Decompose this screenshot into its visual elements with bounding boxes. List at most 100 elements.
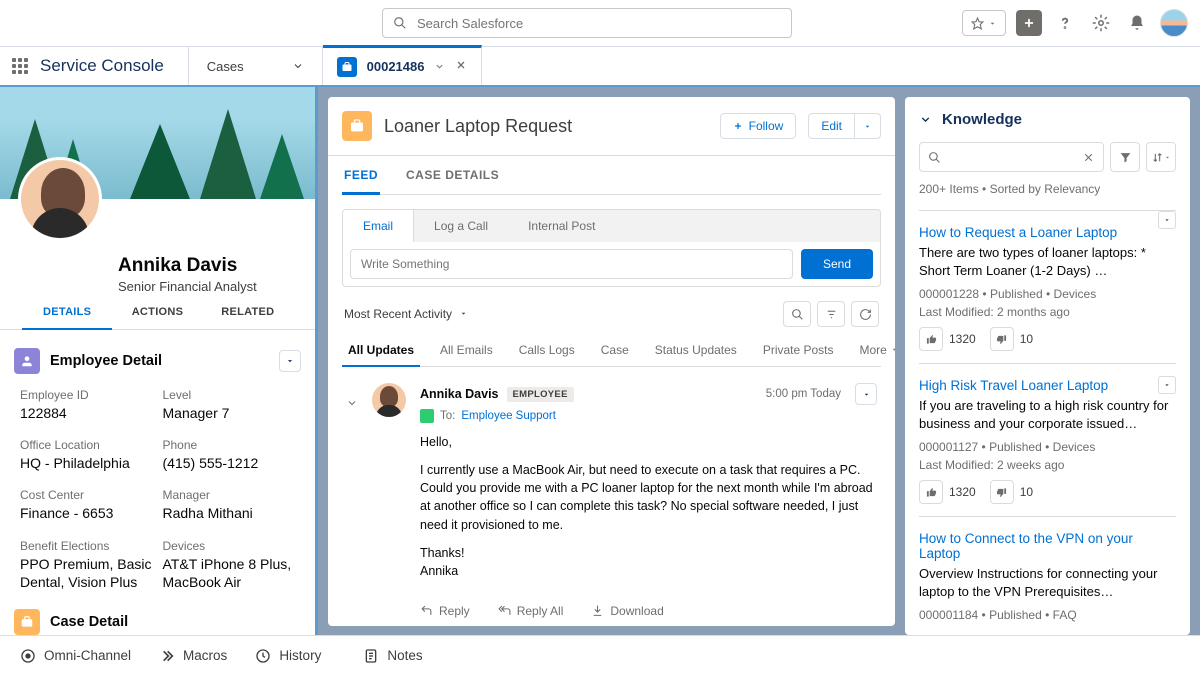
chevron-down-icon[interactable]	[919, 113, 932, 126]
field-value: (415) 555-1212	[163, 454, 296, 472]
utility-bar: Omni-Channel Macros History Notes	[0, 635, 1200, 675]
reply-all-icon	[498, 604, 511, 617]
post-recipient[interactable]: Employee Support	[461, 410, 556, 422]
activity-sort[interactable]: Most Recent Activity	[344, 307, 468, 321]
knowledge-search[interactable]	[919, 142, 1104, 172]
close-icon[interactable]	[1082, 151, 1095, 164]
employee-icon	[14, 348, 40, 374]
collapse-toggle[interactable]	[346, 383, 358, 618]
subtab-calls[interactable]: Calls Logs	[513, 335, 581, 366]
field-value: Radha Mithani	[163, 504, 296, 522]
case-title: Loaner Laptop Request	[384, 116, 708, 137]
post-menu[interactable]	[855, 383, 877, 405]
feed-filter[interactable]	[817, 301, 845, 327]
macros[interactable]: Macros	[159, 648, 227, 664]
article-snippet: There are two types of loaner laptops: *…	[919, 244, 1176, 279]
download-button[interactable]: Download	[591, 604, 663, 618]
tab-details[interactable]: DETAILS	[22, 294, 112, 330]
subtab-case[interactable]: Case	[595, 335, 635, 366]
field-value: 122884	[20, 404, 153, 422]
section-title: Case Detail	[50, 614, 301, 630]
chevron-down-icon	[346, 397, 358, 409]
article-title[interactable]: How to Connect to the VPN on your Laptop	[919, 531, 1176, 561]
knowledge-sort[interactable]	[1146, 142, 1176, 172]
help-button[interactable]	[1052, 10, 1078, 36]
article-title[interactable]: High Risk Travel Loaner Laptop	[919, 378, 1176, 393]
global-header	[0, 0, 1200, 47]
chevron-down-icon	[890, 345, 895, 354]
omni-channel[interactable]: Omni-Channel	[20, 648, 131, 664]
object-dropdown[interactable]: Cases	[188, 47, 323, 85]
article-menu[interactable]	[1158, 211, 1176, 229]
knowledge-article: How to Connect to the VPN on your Laptop…	[919, 516, 1176, 635]
section-menu[interactable]	[279, 350, 301, 372]
user-avatar[interactable]	[1160, 9, 1188, 37]
question-icon	[1056, 14, 1074, 32]
reply-icon	[420, 604, 433, 617]
close-tab[interactable]	[455, 59, 467, 74]
tab-related[interactable]: RELATED	[203, 294, 293, 329]
notifications-button[interactable]	[1124, 10, 1150, 36]
field-value: PPO Premium, Basic Dental, Vision Plus	[20, 555, 153, 591]
workspace-tab[interactable]: 00021486	[323, 45, 483, 85]
vote-down[interactable]: 10	[990, 480, 1033, 504]
subtab-all-emails[interactable]: All Emails	[434, 335, 499, 366]
tab-feed[interactable]: FEED	[342, 156, 380, 195]
field-label: Cost Center	[20, 488, 153, 502]
knowledge-article: How to Request a Loaner Laptop There are…	[919, 210, 1176, 363]
tab-actions[interactable]: ACTIONS	[112, 294, 202, 329]
subtab-all-updates[interactable]: All Updates	[342, 335, 420, 367]
star-icon	[971, 17, 984, 30]
knowledge-filter[interactable]	[1110, 142, 1140, 172]
feed-search[interactable]	[783, 301, 811, 327]
tab-case-details[interactable]: CASE DETAILS	[404, 156, 501, 194]
vote-down[interactable]: 10	[990, 327, 1033, 351]
field-label: Office Location	[20, 438, 153, 452]
compose-tab-call[interactable]: Log a Call	[414, 210, 508, 242]
profile-avatar[interactable]	[18, 157, 102, 241]
reply-all-button[interactable]: Reply All	[498, 604, 564, 618]
profile-tabs: DETAILS ACTIONS RELATED	[0, 294, 315, 330]
thumb-up-icon	[926, 334, 937, 345]
article-title[interactable]: How to Request a Loaner Laptop	[919, 225, 1176, 240]
vote-up[interactable]: 1320	[919, 480, 976, 504]
follow-button[interactable]: Follow	[720, 113, 797, 139]
field-label: Employee ID	[20, 388, 153, 402]
subtab-private[interactable]: Private Posts	[757, 335, 840, 366]
post-time: 5:00 pm Today	[766, 388, 841, 400]
post-author[interactable]: Annika Davis	[420, 387, 499, 401]
favorites-button[interactable]	[962, 10, 1006, 36]
reply-button[interactable]: Reply	[420, 604, 470, 618]
send-button[interactable]: Send	[801, 249, 873, 279]
feed-post: Annika Davis EMPLOYEE 5:00 pm Today To: …	[342, 367, 881, 626]
compose-tab-email[interactable]: Email	[343, 210, 414, 242]
app-nav: Service Console Cases 00021486	[0, 47, 1200, 87]
settings-button[interactable]	[1088, 10, 1114, 36]
chevron-down-icon[interactable]	[434, 61, 445, 72]
subtab-status[interactable]: Status Updates	[649, 335, 743, 366]
article-menu[interactable]	[1158, 376, 1176, 394]
object-dropdown-label: Cases	[207, 59, 244, 74]
employee-fields: Employee ID122884 LevelManager 7 Office …	[0, 388, 315, 591]
post-avatar[interactable]	[372, 383, 406, 417]
case-workspace: Loaner Laptop Request Follow Edit FEED C…	[328, 97, 895, 626]
thumb-up-icon	[926, 487, 937, 498]
search-input[interactable]	[417, 16, 781, 31]
compose-tab-internal[interactable]: Internal Post	[508, 210, 615, 242]
vote-up[interactable]: 1320	[919, 327, 976, 351]
edit-menu[interactable]	[855, 113, 881, 139]
compose-input[interactable]	[350, 249, 793, 279]
edit-button[interactable]: Edit	[808, 113, 855, 139]
notes[interactable]: Notes	[363, 648, 422, 664]
funnel-icon	[1119, 151, 1132, 164]
subtab-more[interactable]: More	[854, 335, 895, 366]
chevron-down-icon	[862, 390, 871, 399]
notes-icon	[363, 648, 379, 664]
feed-refresh[interactable]	[851, 301, 879, 327]
case-icon	[14, 609, 40, 635]
global-search[interactable]	[382, 8, 792, 38]
history[interactable]: History	[255, 648, 321, 664]
app-launcher[interactable]	[0, 47, 40, 85]
chevron-down-icon	[292, 60, 304, 72]
add-button[interactable]	[1016, 10, 1042, 36]
